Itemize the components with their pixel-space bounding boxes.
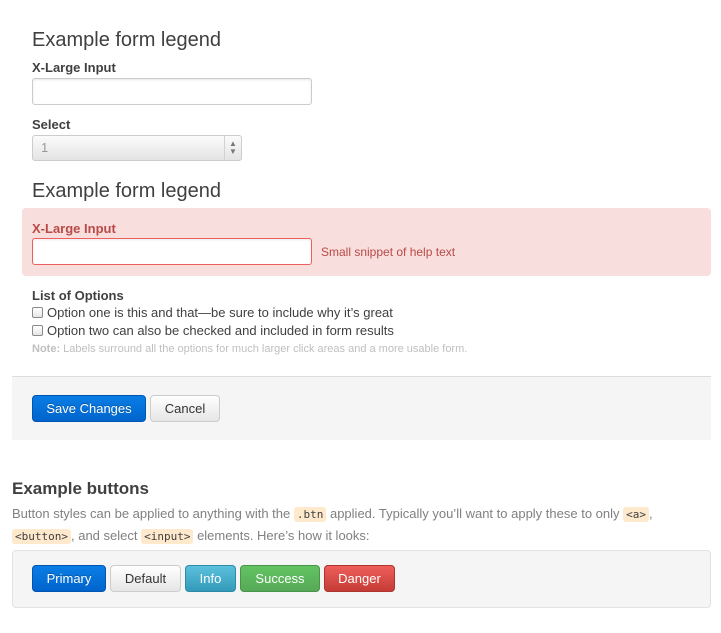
code-input: <input> xyxy=(141,529,194,544)
select-label: Select xyxy=(32,117,71,132)
select-value: 1 xyxy=(41,140,49,155)
option-two-label: Option two can also be checked and inclu… xyxy=(47,323,394,338)
help-note: Note: Labels surround all the options fo… xyxy=(32,343,467,355)
default-button[interactable]: Default xyxy=(110,565,181,592)
select-field[interactable]: 1 ▲ ▼ xyxy=(32,135,242,161)
option-two[interactable]: Option two can also be checked and inclu… xyxy=(32,323,394,339)
note-text: Labels surround all the options for much… xyxy=(60,343,468,355)
xlarge-input-label: X-Large Input xyxy=(32,60,116,75)
save-changes-button[interactable]: Save Changes xyxy=(32,395,146,422)
option-two-checkbox[interactable] xyxy=(32,325,43,336)
form-legend-2: Example form legend xyxy=(32,180,221,202)
xlarge-input[interactable] xyxy=(32,78,312,105)
desc-text-2: applied. Typically you’ll want to apply … xyxy=(326,506,624,521)
desc-text-3: , xyxy=(649,506,653,521)
desc-text-5: elements. Here’s how it looks: xyxy=(193,528,370,543)
select-arrows-icon: ▲ ▼ xyxy=(224,136,241,160)
buttons-section-title: Example buttons xyxy=(12,479,149,498)
code-a: <a> xyxy=(623,507,649,522)
success-button[interactable]: Success xyxy=(240,565,320,592)
options-label: List of Options xyxy=(32,288,124,303)
danger-button[interactable]: Danger xyxy=(324,565,395,592)
primary-button[interactable]: Primary xyxy=(32,565,106,592)
error-input-label: X-Large Input xyxy=(32,221,116,236)
buttons-description: Button styles can be applied to anything… xyxy=(12,503,702,547)
code-button: <button> xyxy=(12,529,71,544)
info-button[interactable]: Info xyxy=(185,565,236,592)
option-one-label: Option one is this and that—be sure to i… xyxy=(47,305,393,320)
help-text: Small snippet of help text xyxy=(321,245,456,259)
desc-text-4: , and select xyxy=(70,528,142,543)
desc-text-1: Button styles can be applied to anything… xyxy=(12,506,294,521)
cancel-button[interactable]: Cancel xyxy=(150,395,220,422)
code-btn: .btn xyxy=(293,507,327,522)
option-one-checkbox[interactable] xyxy=(32,307,43,318)
note-bold: Note: xyxy=(32,343,61,355)
error-input[interactable] xyxy=(32,238,312,265)
option-one[interactable]: Option one is this and that—be sure to i… xyxy=(32,305,393,321)
form-legend-1: Example form legend xyxy=(32,29,221,51)
